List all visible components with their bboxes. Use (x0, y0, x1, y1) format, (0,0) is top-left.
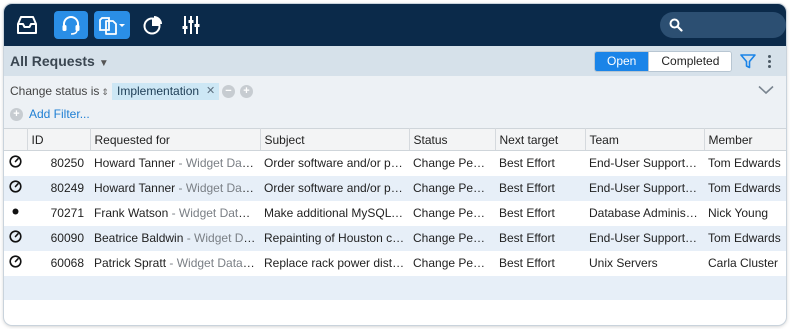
filter-icon[interactable] (740, 54, 756, 72)
requested-for-cell: Howard Tanner - Widget Data Center (90, 151, 260, 176)
table-header-row: ID Requested for Subject Status Next tar… (4, 128, 786, 151)
member-cell: Tom Edwards (704, 225, 786, 251)
chevron-down-icon: ▼ (98, 58, 109, 69)
sliders-icon[interactable] (176, 11, 206, 39)
status-cell: Change Pending (409, 225, 495, 251)
timer-icon (4, 175, 27, 201)
requester-name: Beatrice Baldwin (94, 231, 184, 245)
add-condition-icon[interactable]: + (240, 85, 253, 98)
requester-org: - Widget Data Center (186, 231, 260, 245)
sort-arrows-icon: ⇕ (101, 87, 109, 97)
table-row[interactable]: 60068 Patrick Spratt - Widget Data Cente… (4, 251, 786, 276)
requested-for-cell: Beatrice Baldwin - Widget Data Center (90, 225, 260, 251)
subject-cell: Order software and/or products (260, 175, 409, 201)
view-selector[interactable]: All Requests ▼ (10, 53, 109, 69)
add-filter-link[interactable]: + Add Filter... (10, 107, 90, 121)
request-id: 60068 (50, 256, 84, 270)
tab-open[interactable]: Open (595, 52, 649, 71)
requester-name: Howard Tanner (94, 156, 176, 171)
subject-cell: Replace rack power distribution (264, 256, 409, 270)
status-cell: Change Pending (413, 156, 495, 171)
member-cell: Nick Young (708, 206, 769, 220)
tab-completed[interactable]: Completed (648, 52, 732, 71)
add-filter-label: Add Filter... (29, 107, 90, 121)
headset-icon[interactable] (54, 11, 88, 39)
search-icon (669, 18, 683, 32)
subject-cell: Make additional MySQL database (264, 206, 409, 220)
request-id: 80249 (27, 175, 90, 201)
more-options-icon[interactable] (768, 55, 772, 70)
next-target-cell: Best Effort (495, 175, 585, 201)
requested-for-cell: Patrick Spratt - Widget Data Center (90, 251, 260, 276)
column-header-status[interactable]: Status (409, 128, 496, 151)
next-target-cell: Best Effort (495, 225, 585, 251)
table-row[interactable]: 80249 Howard Tanner - Widget Data Center… (4, 175, 786, 201)
column-header-icon (4, 128, 28, 151)
filter-value: Implementation (117, 84, 200, 98)
column-header-next-target[interactable]: Next target (495, 128, 586, 151)
column-header-team[interactable]: Team (585, 128, 705, 151)
member-cell: Tom Edwards (708, 156, 781, 171)
team-cell: End-User Support, Boston (585, 175, 704, 201)
column-header-id[interactable]: ID (27, 128, 91, 151)
column-header-member[interactable]: Member (704, 128, 786, 151)
filter-bar: Change status is ⇕ Implementation ✕ − + + A… (4, 76, 786, 128)
top-nav-bar (4, 4, 786, 46)
filter-condition[interactable]: Change status is ⇕ (10, 84, 109, 98)
status-cell: Change Pending (409, 175, 495, 201)
timer-icon (4, 251, 27, 276)
plus-icon: + (10, 107, 23, 121)
team-cell: End-User Support, Boston (589, 156, 704, 171)
team-cell: Database Administration (589, 206, 704, 220)
requested-for-cell: Howard Tanner - Widget Data Center (90, 175, 261, 201)
request-id: 70271 (50, 206, 84, 220)
request-id: 80250 (50, 156, 84, 171)
table-row[interactable]: 60090 Beatrice Baldwin - Widget Data Cen… (4, 225, 786, 251)
table-row[interactable]: 70271 Frank Watson - Widget Data Center … (4, 201, 786, 226)
search-input[interactable] (660, 12, 786, 38)
member-cell: Carla Cluster (708, 256, 779, 270)
table-row[interactable]: 80250 Howard Tanner - Widget Data Center… (4, 151, 786, 176)
filter-value-chip[interactable]: Implementation ✕ (112, 83, 220, 100)
status-cell: Change Pending (413, 206, 495, 220)
next-target-cell: Best Effort (499, 206, 555, 220)
remove-condition-icon[interactable]: − (222, 85, 235, 98)
requester-name: Howard Tanner (94, 181, 176, 195)
request-id: 60090 (27, 225, 90, 251)
page-title: All Requests (10, 53, 95, 69)
timer-icon (4, 151, 27, 176)
requester-org: - Widget Data Center (178, 181, 261, 195)
pie-chart-icon[interactable] (138, 11, 168, 39)
empty-row (4, 276, 786, 300)
requester-org: - Widget Data Center (169, 256, 260, 270)
requester-org: - Widget Data Center (178, 156, 261, 171)
requester-name: Patrick Spratt (94, 256, 167, 270)
subject-cell: Repainting of Houston computer room (260, 225, 409, 251)
requester-org: - Widget Data Center (171, 206, 260, 220)
column-header-requested-for[interactable]: Requested for (90, 128, 261, 151)
column-header-subject[interactable]: Subject (260, 128, 410, 151)
requests-table: ID Requested for Subject Status Next tar… (4, 128, 786, 276)
timer-icon (4, 225, 27, 251)
filter-condition-label: Change status is (10, 84, 100, 98)
documents-icon[interactable] (94, 11, 130, 39)
inbox-icon[interactable] (12, 11, 42, 39)
close-icon[interactable]: ✕ (206, 83, 215, 100)
team-cell: Unix Servers (589, 256, 658, 270)
status-toggle: Open Completed (594, 51, 733, 72)
status-cell: Change Pending (413, 256, 495, 270)
subject-cell: Order software and/or products (264, 156, 409, 171)
dot-icon (4, 201, 27, 226)
requested-for-cell: Frank Watson - Widget Data Center (90, 201, 260, 226)
next-target-cell: Best Effort (499, 156, 555, 171)
chevron-down-icon[interactable] (758, 84, 774, 98)
requests-window: All Requests ▼ Open Completed Change stat… (4, 4, 786, 325)
next-target-cell: Best Effort (499, 256, 555, 270)
member-cell: Tom Edwards (704, 175, 786, 201)
team-cell: End-User Support, Houston (585, 225, 704, 251)
requester-name: Frank Watson (94, 206, 169, 220)
view-header: All Requests ▼ Open Completed (4, 46, 786, 76)
